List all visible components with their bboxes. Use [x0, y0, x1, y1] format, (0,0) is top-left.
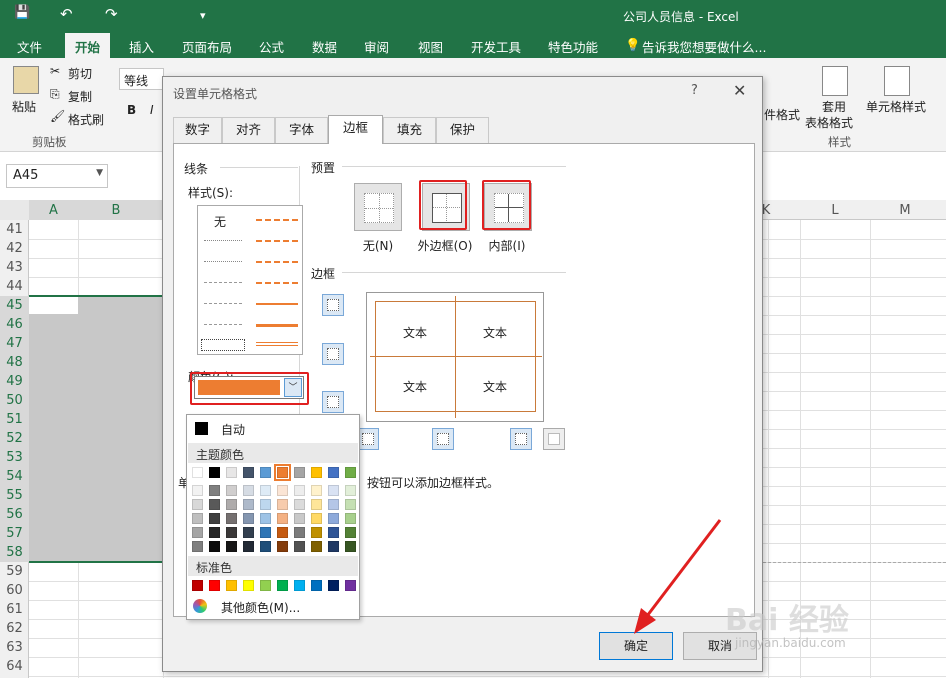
- arrow-head: [634, 608, 656, 634]
- arrow-shaft: [642, 519, 722, 621]
- annotation-arrow: [634, 519, 722, 634]
- tab-border[interactable]: 边框: [328, 115, 383, 144]
- watermark-url: jingyan.baidu.com: [735, 636, 846, 650]
- watermark-logo: Bai 经验: [725, 603, 849, 638]
